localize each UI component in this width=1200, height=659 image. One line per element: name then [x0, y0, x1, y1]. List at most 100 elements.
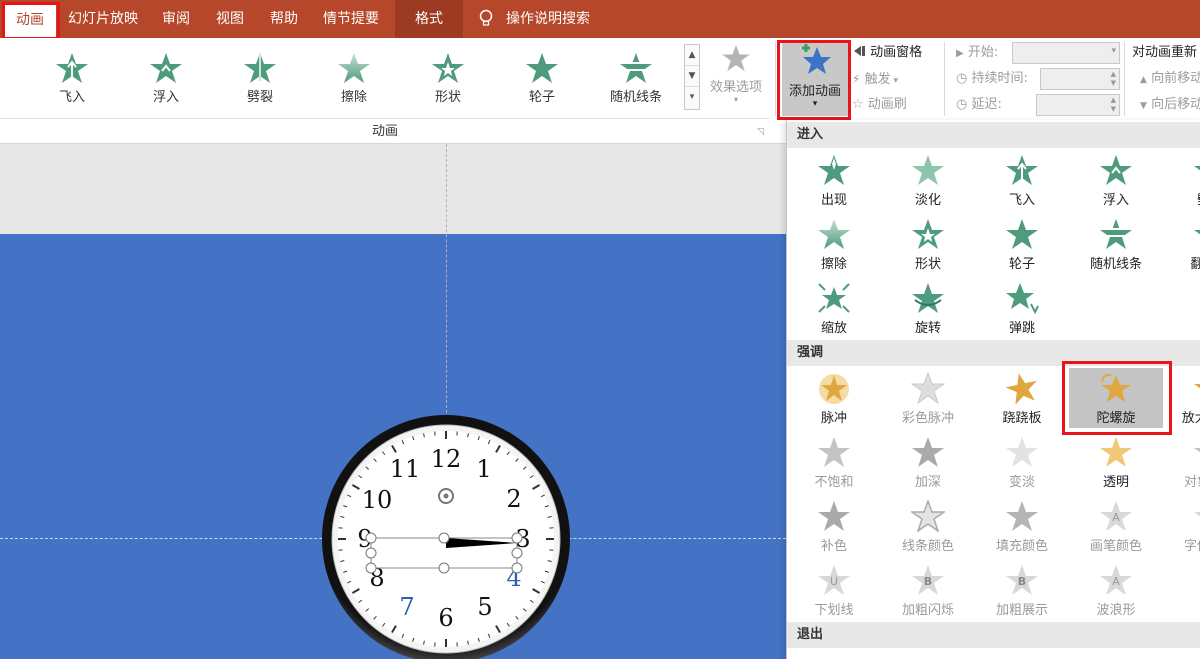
highlight-box-spin	[1062, 361, 1172, 435]
trigger-label: 触发	[864, 72, 891, 87]
tab-review[interactable]: 审阅	[152, 0, 200, 38]
clock-number-6: 6	[438, 604, 453, 632]
effect-label: 变淡	[1008, 475, 1035, 490]
svg-text:A: A	[1112, 575, 1120, 588]
effect-bold-flash[interactable]: B 加粗闪烁	[881, 560, 975, 620]
lighten-star-icon	[1006, 437, 1038, 467]
bold-reveal-star-icon: B	[1006, 565, 1038, 595]
shape-star-icon	[432, 53, 464, 83]
effect-lighten[interactable]: 变淡	[975, 432, 1069, 492]
effect-font-color[interactable]: 字体颜色	[1163, 496, 1200, 556]
effect-label: 翻转式	[1190, 257, 1200, 272]
desaturate-star-icon	[818, 437, 850, 467]
start-select[interactable]: ▾	[1012, 42, 1120, 64]
effect-fly-in[interactable]: 飞入	[975, 150, 1069, 210]
effect-fill-color[interactable]: 填充颜色	[975, 496, 1069, 556]
gallery-item-wipe[interactable]: 擦除	[314, 52, 394, 105]
triangle-down-icon: ▼	[1140, 101, 1147, 111]
duration-spinner[interactable]: ▲ ▼	[1040, 68, 1120, 90]
effect-label: 波浪形	[1096, 603, 1136, 618]
effect-darken[interactable]: 加深	[881, 432, 975, 492]
play-icon: ▶	[956, 48, 964, 59]
svg-text:B: B	[1018, 575, 1026, 588]
bounce-star-icon	[1006, 283, 1039, 314]
effect-label: 加粗展示	[995, 603, 1048, 618]
effect-wheel[interactable]: 轮子	[975, 214, 1069, 274]
tab-format[interactable]: 格式	[395, 0, 463, 38]
move-earlier-button[interactable]: ▲ 向前移动	[1140, 68, 1200, 90]
effect-shape[interactable]: 形状	[881, 214, 975, 274]
effect-complementary-color[interactable]: 补色	[787, 496, 881, 556]
random-bars-star-icon	[1099, 219, 1133, 249]
effect-bounce[interactable]: 弹跳	[975, 278, 1069, 338]
effect-swivel[interactable]: 旋转	[881, 278, 975, 338]
effect-object-color[interactable]: 对象颜色	[1163, 432, 1200, 492]
ribbon-separator	[775, 42, 776, 116]
clock-number-11: 11	[390, 455, 421, 483]
effect-pulse[interactable]: 脉冲	[787, 368, 881, 428]
gallery-item-shape[interactable]: 形状	[408, 52, 488, 105]
color-pulse-star-icon	[911, 372, 945, 404]
gallery-more-icon[interactable]: ▾	[685, 87, 699, 108]
complementary-color-star-icon	[818, 501, 850, 531]
triangle-up-icon: ▲	[1140, 75, 1147, 85]
effect-appear[interactable]: 出现	[787, 150, 881, 210]
move-earlier-label: 向前移动	[1151, 71, 1200, 86]
tell-me-search[interactable]: 操作说明搜索	[478, 0, 602, 38]
effect-wipe[interactable]: 擦除	[787, 214, 881, 274]
gallery-item-wheel[interactable]: 轮子	[502, 52, 582, 105]
tab-storyboard[interactable]: 情节提要	[314, 0, 388, 38]
fly-in-star-icon	[56, 53, 88, 83]
trigger-button[interactable]: ⚡ 触发 ▾	[852, 68, 898, 90]
tab-slideshow[interactable]: 幻灯片放映	[60, 0, 146, 38]
effect-desaturate[interactable]: 不饱和	[787, 432, 881, 492]
scroll-up-icon[interactable]: ▲	[685, 45, 699, 66]
effect-label: 缩放	[820, 321, 847, 336]
tab-help[interactable]: 帮助	[260, 0, 308, 38]
animation-pane-icon	[854, 46, 865, 56]
animation-painter-label: 动画刷	[867, 97, 907, 112]
effect-wave[interactable]: A 波浪形	[1069, 560, 1163, 620]
effect-line-color[interactable]: 线条颜色	[881, 496, 975, 556]
bold-flash-star-icon: B	[912, 565, 944, 595]
effect-transparency[interactable]: 透明	[1069, 432, 1163, 492]
effect-label: 淡化	[914, 193, 941, 208]
dialog-launcher-icon[interactable]: ◹	[757, 119, 764, 145]
effect-fade[interactable]: 淡化	[881, 150, 975, 210]
delay-spinner[interactable]: ▲ ▼	[1036, 94, 1120, 116]
effect-brush-color[interactable]: A 画笔颜色	[1069, 496, 1163, 556]
effect-zoom[interactable]: 缩放	[787, 278, 881, 338]
move-later-button[interactable]: ▼ 向后移动	[1140, 94, 1200, 116]
animation-pane-label: 动画窗格	[870, 45, 923, 60]
animation-painter-button[interactable]: ☆ 动画刷	[852, 94, 907, 116]
effect-options-label: 效果选项	[709, 80, 762, 95]
scroll-down-icon[interactable]: ▼	[685, 66, 699, 87]
gallery-scrollbar[interactable]: ▲ ▼ ▾	[684, 44, 700, 110]
effect-random-bars[interactable]: 随机线条	[1069, 214, 1163, 274]
effect-label: 形状	[914, 257, 941, 272]
effect-options-button[interactable]: 效果选项 ▾	[704, 44, 768, 104]
effect-color-pulse[interactable]: 彩色脉冲	[881, 368, 975, 428]
svg-text:A: A	[1112, 511, 1120, 524]
gallery-item-split[interactable]: 劈裂	[220, 52, 300, 105]
shape-star-icon	[912, 219, 944, 249]
start-label: 开始:	[967, 45, 999, 60]
delay-clock-icon: ◷	[956, 97, 968, 112]
tab-view[interactable]: 视图	[206, 0, 254, 38]
effect-underline[interactable]: U 下划线	[787, 560, 881, 620]
clock-image[interactable]: 12 1 2 3 4 5 6 7 8 9 10 11	[321, 414, 571, 659]
duration-label-row: ◷ 持续时间:	[956, 68, 1028, 90]
effect-bold-reveal[interactable]: B 加粗展示	[975, 560, 1069, 620]
effect-float-in[interactable]: 浮入	[1069, 150, 1163, 210]
effect-teeter[interactable]: 跷跷板	[975, 368, 1069, 428]
effect-label: 跷跷板	[1002, 411, 1042, 426]
flip-star-icon	[1194, 230, 1200, 249]
animation-pane-button[interactable]: 动画窗格	[852, 42, 922, 64]
effect-flip[interactable]: 翻转式	[1163, 214, 1200, 274]
gallery-item-random-bars[interactable]: 随机线条	[596, 52, 676, 105]
gallery-item-float-in[interactable]: 浮入	[126, 52, 206, 105]
effect-split[interactable]: 劈裂	[1163, 150, 1200, 210]
gallery-item-fly-in[interactable]: 飞入	[32, 52, 112, 105]
line-color-star-icon	[911, 500, 945, 532]
gallery-label: 飞入	[58, 90, 85, 105]
